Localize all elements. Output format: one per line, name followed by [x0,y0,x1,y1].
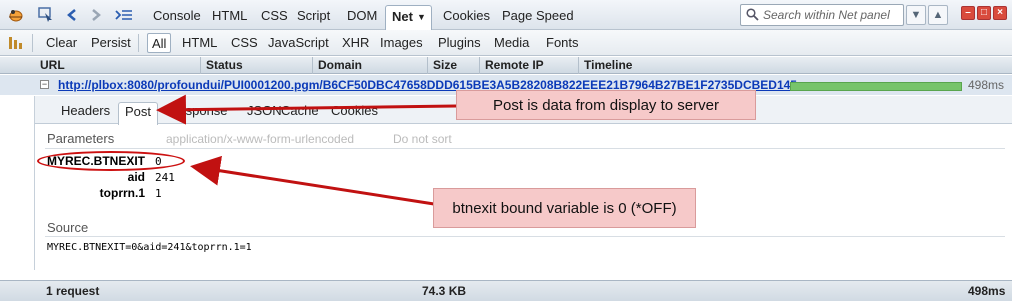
arrow-to-post-tab [156,94,457,125]
arrow-to-btnexit [190,155,435,206]
annotation-arrows [156,94,457,206]
post-annotation: Post is data from display to server [456,90,756,120]
btnexit-annotation: btnexit bound variable is 0 (*OFF) [433,188,696,228]
